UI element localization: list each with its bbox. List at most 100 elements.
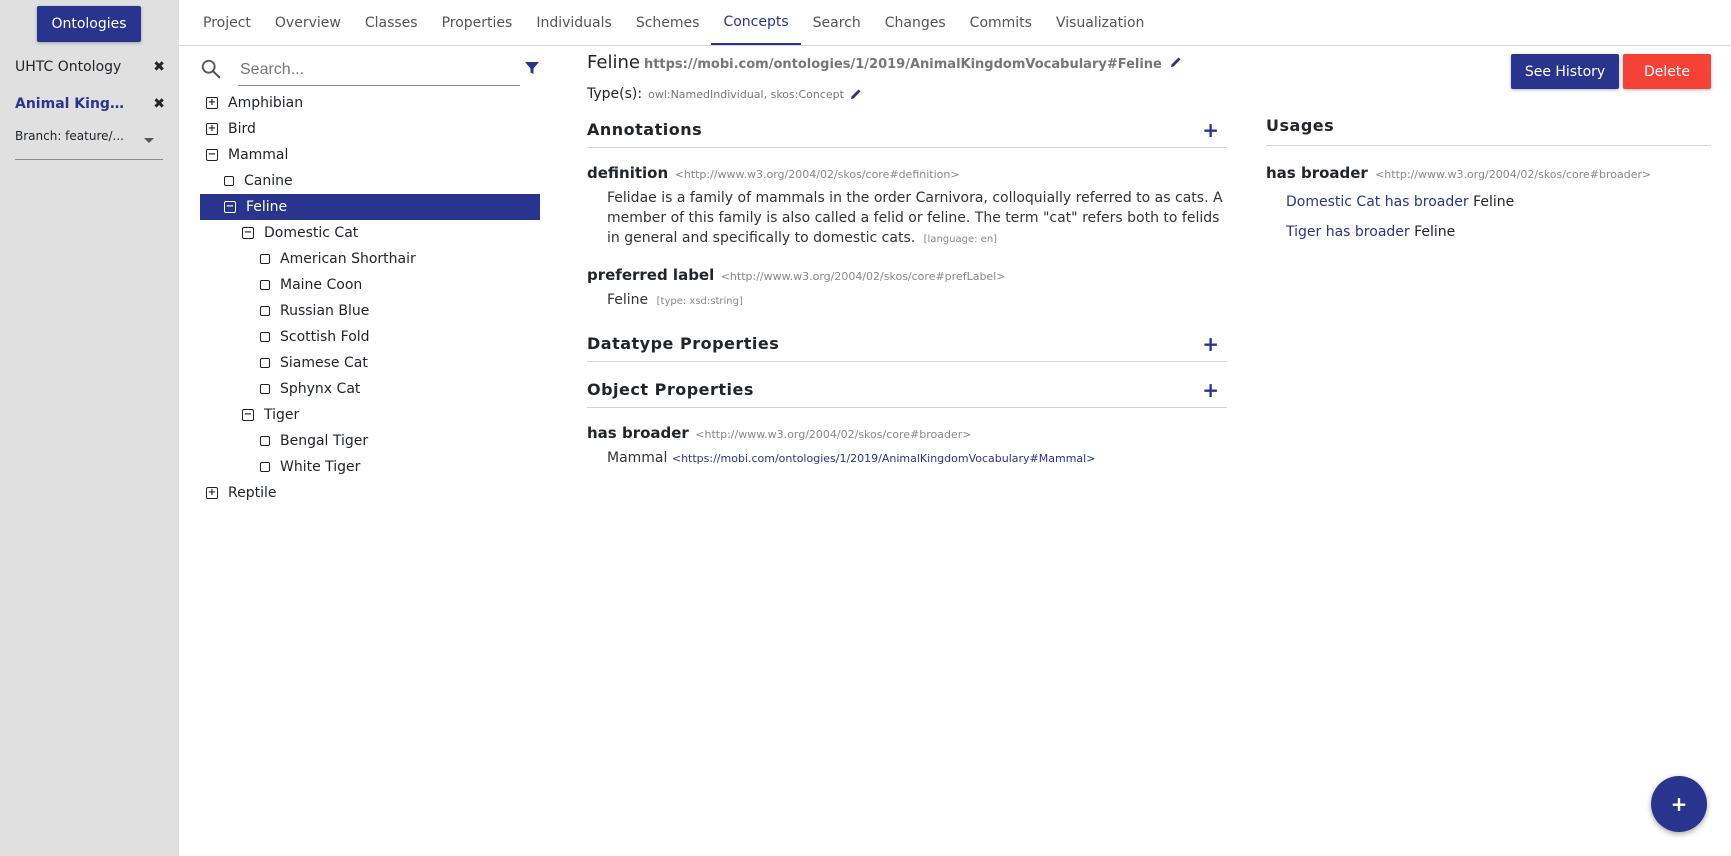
tree-item[interactable]: Siamese Cat xyxy=(200,350,540,376)
tab-properties[interactable]: Properties xyxy=(430,0,525,45)
tree-item-label[interactable]: Canine xyxy=(244,173,293,189)
tree-item-label[interactable]: Mammal xyxy=(228,147,288,163)
property-iri: <http://www.w3.org/2004/02/skos/core#pre… xyxy=(720,270,1006,283)
edit-pencil-icon[interactable] xyxy=(1170,56,1182,68)
usages-panel: Usages has broader <http://www.w3.org/20… xyxy=(1266,116,1711,240)
open-ontology-item-active[interactable]: Animal Kingdo... ✖ xyxy=(15,94,165,114)
annotation-definition: definition <http://www.w3.org/2004/02/sk… xyxy=(587,164,1227,250)
types-label: Type(s): xyxy=(587,86,643,102)
add-object-property-button[interactable]: + xyxy=(1202,378,1219,402)
tab-commits[interactable]: Commits xyxy=(958,0,1044,45)
tree-item[interactable]: Russian Blue xyxy=(200,298,540,324)
close-icon[interactable]: ✖ xyxy=(153,96,165,112)
branch-select[interactable]: Branch: feature/... xyxy=(15,127,163,160)
usage-property: has broader <http://www.w3.org/2004/02/s… xyxy=(1266,164,1711,182)
tree-item[interactable]: − Feline xyxy=(200,194,540,220)
tab-individuals[interactable]: Individuals xyxy=(524,0,623,45)
collapse-icon[interactable]: − xyxy=(242,227,254,239)
add-datatype-property-button[interactable]: + xyxy=(1202,332,1219,356)
types-value: owl:NamedIndividual, skos:Concept xyxy=(648,87,844,101)
edit-pencil-icon[interactable] xyxy=(850,88,862,100)
property-name: has broader xyxy=(1266,164,1368,182)
entity-header: Feline https://mobi.com/ontologies/1/201… xyxy=(587,52,1227,82)
tree-item-label[interactable]: Reptile xyxy=(228,485,276,501)
leaf-icon xyxy=(260,384,270,394)
leaf-icon xyxy=(260,358,270,368)
property-name: preferred label xyxy=(587,266,715,284)
tree-item[interactable]: + Amphibian xyxy=(200,90,540,116)
tree-search xyxy=(200,54,543,88)
tree-item-label[interactable]: Bengal Tiger xyxy=(280,433,368,449)
tree-item-label[interactable]: Amphibian xyxy=(228,95,303,111)
open-ontologies-sidebar: Ontologies UHTC Ontology ✖ Animal Kingdo… xyxy=(0,0,179,856)
tree-item-label[interactable]: Bird xyxy=(228,121,256,137)
tree-item[interactable]: White Tiger xyxy=(200,454,540,480)
tree-item-label[interactable]: American Shorthair xyxy=(280,251,416,267)
search-input[interactable] xyxy=(238,54,520,86)
concept-hierarchy-tree: + Amphibian + Bird − Mammal Canine − Feline − Dome… xyxy=(200,90,540,506)
open-ontology-item[interactable]: UHTC Ontology ✖ xyxy=(15,57,165,77)
tab-overview[interactable]: Overview xyxy=(263,0,353,45)
tree-item-label[interactable]: Maine Coon xyxy=(280,277,362,293)
collapse-icon[interactable]: − xyxy=(242,409,254,421)
value-text: Felidae is a family of mammals in the or… xyxy=(607,190,1223,246)
tab-changes[interactable]: Changes xyxy=(873,0,958,45)
create-entity-button[interactable]: + xyxy=(1651,776,1707,832)
tree-item[interactable]: + Reptile xyxy=(200,480,540,506)
usage-item: Domestic Cat has broader Feline xyxy=(1286,194,1711,210)
tree-item-label[interactable]: Siamese Cat xyxy=(280,355,368,371)
tree-item-label[interactable]: Sphynx Cat xyxy=(280,381,360,397)
tree-item[interactable]: Sphynx Cat xyxy=(200,376,540,402)
language-tag: [language: en] xyxy=(923,234,998,245)
usage-item: Tiger has broader Feline xyxy=(1286,224,1711,240)
ontology-name[interactable]: Animal Kingdo... xyxy=(15,96,133,112)
annotations-header: Annotations + xyxy=(587,112,1227,148)
tree-item-label[interactable]: Scottish Fold xyxy=(280,329,370,345)
collapse-icon[interactable]: − xyxy=(224,201,236,213)
delete-button[interactable]: Delete xyxy=(1623,54,1711,89)
value-text: Mammal xyxy=(607,450,668,466)
ontologies-button[interactable]: Ontologies xyxy=(37,6,141,42)
tree-item-label[interactable]: Tiger xyxy=(264,407,299,423)
usage-subject-link[interactable]: Tiger has broader xyxy=(1286,224,1410,240)
section-title: Annotations xyxy=(587,120,703,139)
tree-item[interactable]: Scottish Fold xyxy=(200,324,540,350)
value-iri-link[interactable]: <https://mobi.com/ontologies/1/2019/Anim… xyxy=(672,452,1096,465)
tree-item[interactable]: Maine Coon xyxy=(200,272,540,298)
filter-icon[interactable] xyxy=(524,60,540,76)
chevron-down-icon xyxy=(144,138,154,143)
usage-subject-link[interactable]: Domestic Cat has broader xyxy=(1286,194,1469,210)
see-history-button[interactable]: See History xyxy=(1511,54,1619,89)
property-value: Mammal <https://mobi.com/ontologies/1/20… xyxy=(607,448,1227,469)
usage-object: Feline xyxy=(1414,224,1456,240)
expand-icon[interactable]: + xyxy=(206,97,218,109)
tree-item[interactable]: − Mammal xyxy=(200,142,540,168)
leaf-icon xyxy=(260,436,270,446)
tab-classes[interactable]: Classes xyxy=(353,0,430,45)
object-properties-header: Object Properties + xyxy=(587,372,1227,408)
tree-item[interactable]: + Bird xyxy=(200,116,540,142)
branch-label: Branch: feature/... xyxy=(15,129,124,143)
tab-concepts[interactable]: Concepts xyxy=(711,0,801,45)
tree-item-label[interactable]: Domestic Cat xyxy=(264,225,358,241)
tree-item-label[interactable]: Russian Blue xyxy=(280,303,369,319)
search-icon xyxy=(201,59,221,79)
tree-item[interactable]: − Tiger xyxy=(200,402,540,428)
tab-project[interactable]: Project xyxy=(191,0,263,45)
add-annotation-button[interactable]: + xyxy=(1202,118,1219,142)
ontology-name[interactable]: UHTC Ontology xyxy=(15,59,121,75)
tab-schemes[interactable]: Schemes xyxy=(624,0,712,45)
tree-item[interactable]: Bengal Tiger xyxy=(200,428,540,454)
entity-name: Feline xyxy=(587,52,640,73)
close-icon[interactable]: ✖ xyxy=(153,59,165,75)
tree-item-label[interactable]: Feline xyxy=(246,199,287,215)
expand-icon[interactable]: + xyxy=(206,487,218,499)
expand-icon[interactable]: + xyxy=(206,123,218,135)
tree-item-label[interactable]: White Tiger xyxy=(280,459,360,475)
tree-item[interactable]: American Shorthair xyxy=(200,246,540,272)
tree-item[interactable]: Canine xyxy=(200,168,540,194)
tab-search[interactable]: Search xyxy=(801,0,873,45)
collapse-icon[interactable]: − xyxy=(206,149,218,161)
tab-visualization[interactable]: Visualization xyxy=(1044,0,1156,45)
tree-item[interactable]: − Domestic Cat xyxy=(200,220,540,246)
